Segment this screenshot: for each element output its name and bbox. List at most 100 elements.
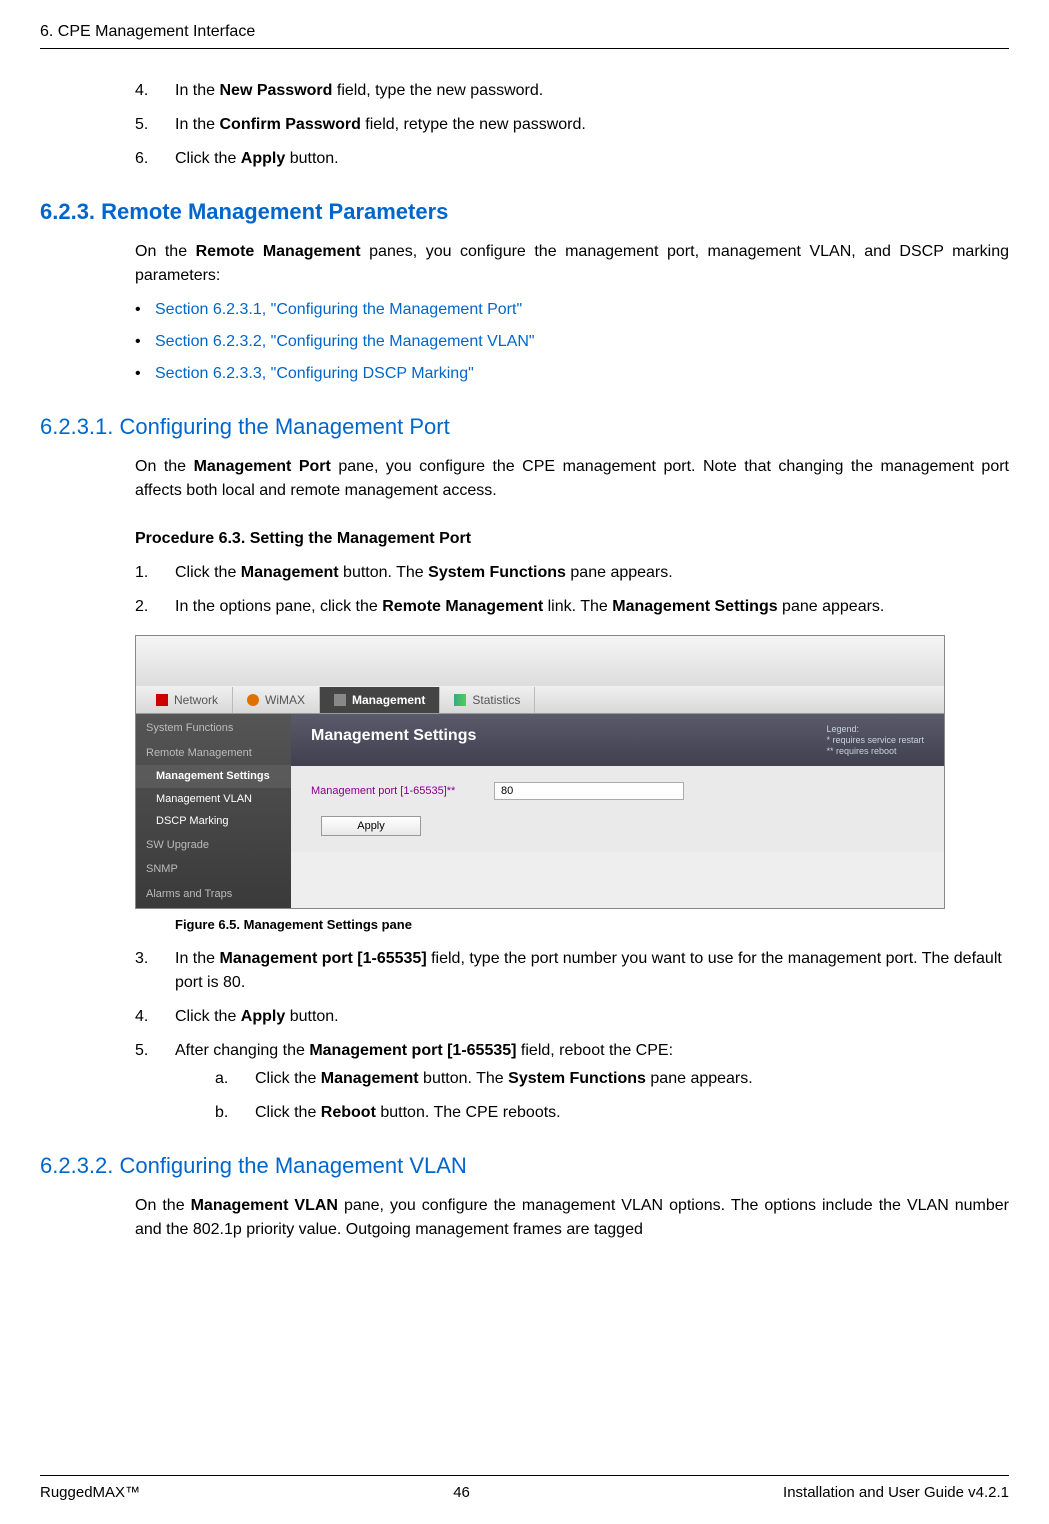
step-bold: System Functions [428,564,566,581]
step-text: In the [175,116,219,133]
page-header: 6. CPE Management Interface [40,20,1009,44]
footer-left: RuggedMAX™ [40,1482,140,1505]
section-6-2-3-heading: 6.2.3. Remote Management Parameters [40,195,1009,228]
step-number: 2. [135,595,148,619]
step-text: After changing the [175,1042,309,1059]
proc-step-5: 5. After changing the Management port [1… [135,1039,1009,1125]
link-6233[interactable]: Section 6.2.3.3, "Configuring DSCP Marki… [155,365,474,382]
ui-tab-bar: Network WiMAX Management Statistics [136,686,944,714]
management-port-input[interactable] [494,782,684,800]
figure-6-5: Network WiMAX Management Statistics Syst… [135,635,1009,935]
intro-text: On the [135,243,196,260]
step-text: field, reboot the CPE: [516,1042,673,1059]
tab-statistics[interactable]: Statistics [440,687,535,713]
step-bold: Management [321,1070,419,1087]
substep-b: b. Click the Reboot button. The CPE rebo… [215,1101,1009,1125]
substep-letter: a. [215,1067,228,1091]
legend-line-2: ** requires reboot [826,746,924,757]
intro-text: On the [135,458,194,475]
footer-right: Installation and User Guide v4.2.1 [783,1482,1009,1505]
step-text: field, type the new password. [332,82,543,99]
section-6-2-3-links: Section 6.2.3.1, "Configuring the Manage… [135,298,1009,386]
tab-management[interactable]: Management [320,687,440,713]
legend-title: Legend: [826,724,924,735]
step-number: 5. [135,1039,148,1063]
tab-network[interactable]: Network [142,687,233,713]
step-text: In the options pane, click the [175,598,382,615]
legend-line-1: * requires service restart [826,735,924,746]
intro-bold: Management Port [194,458,331,475]
step-bold: Remote Management [382,598,543,615]
pane-title: Management Settings [311,724,476,748]
management-port-label: Management port [1-65535]** [311,783,476,800]
step-number: 1. [135,561,148,585]
step-text: Click the [255,1104,321,1121]
step-text: button. [285,150,338,167]
step-bold: Management port [1-65535] [219,950,426,967]
footer-rule [40,1475,1009,1476]
wimax-icon [247,694,259,706]
intro-bold: Remote Management [196,243,361,260]
sidebar-item-remote-management[interactable]: Remote Management [136,741,291,766]
sidebar-item-management-settings[interactable]: Management Settings [136,765,291,788]
sidebar-item-system-functions[interactable]: System Functions [136,716,291,741]
substep-a: a. Click the Management button. The Syst… [215,1067,1009,1091]
ui-main-content: Management port [1-65535]** Apply [291,766,944,852]
step-text: pane appears. [778,598,885,615]
step-text: Click the [255,1070,321,1087]
step-number: 4. [135,1005,148,1029]
step-text: pane appears. [566,564,673,581]
tab-label: WiMAX [265,691,305,709]
ui-main: Management Settings Legend: * requires s… [291,714,944,908]
tab-label: Management [352,691,425,709]
step-text: button. The [339,564,429,581]
sidebar-item-snmp[interactable]: SNMP [136,857,291,882]
step-number: 5. [135,113,148,137]
step-text: In the [175,950,219,967]
proc-step-3: 3. In the Management port [1-65535] fiel… [135,947,1009,995]
substeps: a. Click the Management button. The Syst… [215,1067,1009,1125]
statistics-icon [454,694,466,706]
tab-wimax[interactable]: WiMAX [233,687,320,713]
section-6-2-3-2-heading: 6.2.3.2. Configuring the Management VLAN [40,1149,1009,1182]
procedure-6-3-steps: 1. Click the Management button. The Syst… [135,561,1009,619]
tab-label: Network [174,691,218,709]
step-5: 5. In the Confirm Password field, retype… [135,113,1009,137]
link-6232[interactable]: Section 6.2.3.2, "Configuring the Manage… [155,333,535,350]
step-bold: System Functions [508,1070,646,1087]
procedure-6-3-title: Procedure 6.3. Setting the Management Po… [135,527,1009,551]
proc-step-1: 1. Click the Management button. The Syst… [135,561,1009,585]
sidebar-item-dscp-marking[interactable]: DSCP Marking [136,810,291,833]
ui-main-header: Management Settings Legend: * requires s… [291,714,944,766]
figure-6-5-caption: Figure 6.5. Management Settings pane [175,915,1009,935]
sidebar-item-sw-upgrade[interactable]: SW Upgrade [136,833,291,858]
proc-step-2: 2. In the options pane, click the Remote… [135,595,1009,619]
ui-sidebar: System Functions Remote Management Manag… [136,714,291,908]
sidebar-item-management-vlan[interactable]: Management VLAN [136,788,291,811]
step-text: pane appears. [646,1070,753,1087]
step-bold: Management port [1-65535] [309,1042,516,1059]
field-row-management-port: Management port [1-65535]** [311,782,924,800]
step-text: button. The CPE reboots. [376,1104,561,1121]
header-rule [40,48,1009,49]
step-text: Click the [175,150,241,167]
step-number: 6. [135,147,148,171]
step-4: 4. In the New Password field, type the n… [135,79,1009,103]
network-icon [156,694,168,706]
link-6231[interactable]: Section 6.2.3.1, "Configuring the Manage… [155,301,522,318]
section-6231-intro: On the Management Port pane, you configu… [135,455,1009,503]
step-text: Click the [175,564,241,581]
step-6: 6. Click the Apply button. [135,147,1009,171]
step-bold: Apply [241,150,285,167]
ui-body: System Functions Remote Management Manag… [136,714,944,908]
step-bold: Confirm Password [219,116,360,133]
intro-bold: Management VLAN [191,1197,338,1214]
sidebar-item-alarms-and-traps[interactable]: Alarms and Traps [136,882,291,907]
section-6232-intro: On the Management VLAN pane, you configu… [135,1194,1009,1242]
intro-text: On the [135,1197,191,1214]
step-bold: Apply [241,1008,285,1025]
apply-button[interactable]: Apply [321,816,421,836]
continuation-steps: 4. In the New Password field, type the n… [135,79,1009,171]
step-text: link. The [543,598,612,615]
management-settings-screenshot: Network WiMAX Management Statistics Syst… [135,635,945,909]
